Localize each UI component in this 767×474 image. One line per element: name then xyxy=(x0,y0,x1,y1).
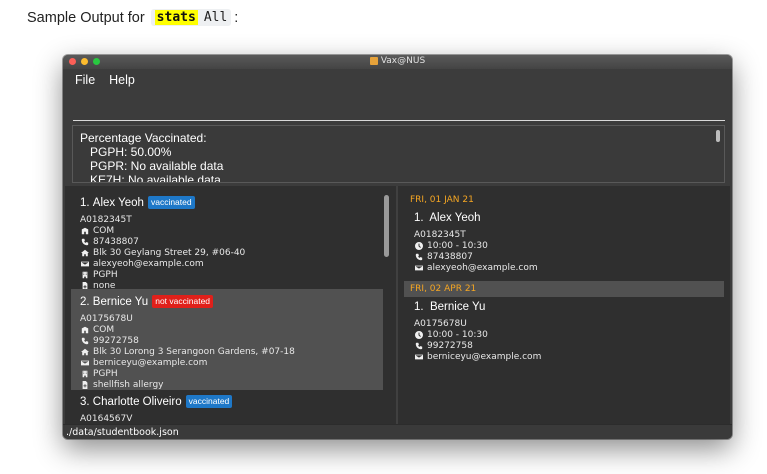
email-icon xyxy=(414,264,423,273)
student-card[interactable]: 3. Charlotte Oliveiro vaccinated A016456… xyxy=(71,392,383,424)
caption-text: Sample Output for xyxy=(27,9,145,26)
student-faculty: COM xyxy=(93,325,115,335)
appointment-index: 1. xyxy=(414,301,424,313)
command-input-underline xyxy=(73,120,725,121)
student-index: 3. xyxy=(80,395,90,408)
result-display: Percentage Vaccinated: PGPH: 50.00% PGPR… xyxy=(72,125,725,183)
building-icon xyxy=(80,326,89,335)
data-file-path: ./data/studentbook.json xyxy=(66,427,179,438)
result-line: PGPH: 50.00% xyxy=(90,145,172,159)
menu-bar: File Help xyxy=(63,69,732,91)
student-name-row: 2. Bernice Yu not vaccinated xyxy=(80,295,214,308)
appointment-email: alexyeoh@example.com xyxy=(427,263,538,273)
window-title: Vax@NUS xyxy=(63,56,732,66)
appointment-phone: 87438807 xyxy=(427,252,473,262)
student-id: A0164567V xyxy=(80,414,133,424)
command-code: stats All xyxy=(150,9,232,26)
clock-icon xyxy=(414,331,423,340)
student-card-selected[interactable]: 2. Bernice Yu not vaccinated A0175678U C… xyxy=(71,289,383,390)
medical-file-icon xyxy=(80,381,89,390)
status-bar: ./data/studentbook.json xyxy=(63,424,732,439)
student-name-row: 3. Charlotte Oliveiro vaccinated xyxy=(80,395,233,408)
appointment-name-row: 1. Alex Yeoh xyxy=(414,212,481,224)
student-email: alexyeoh@example.com xyxy=(93,259,204,269)
building-icon xyxy=(80,227,89,236)
email-icon xyxy=(80,359,89,368)
residence-icon xyxy=(80,370,89,379)
student-index: 1. xyxy=(80,196,90,209)
command-keyword: stats xyxy=(154,10,198,25)
app-window: Vax@NUS File Help Percentage Vaccinated:… xyxy=(63,55,732,439)
menu-file[interactable]: File xyxy=(75,73,95,87)
result-line: PGPR: No available data xyxy=(90,159,224,173)
student-card[interactable]: 1. Alex Yeoh vaccinated A0182345T COM 87… xyxy=(71,191,383,291)
student-address: Blk 30 Geylang Street 29, #06-40 xyxy=(93,248,246,258)
student-name-row: 1. Alex Yeoh vaccinated xyxy=(80,196,195,209)
result-line: Percentage Vaccinated: xyxy=(80,131,207,145)
phone-icon xyxy=(414,253,423,262)
phone-icon xyxy=(414,342,423,351)
status-badge: not vaccinated xyxy=(152,295,214,308)
status-badge: vaccinated xyxy=(185,395,233,408)
student-id: A0175678U xyxy=(80,314,133,324)
residence-icon xyxy=(80,271,89,280)
clock-icon xyxy=(414,242,423,251)
student-name: Charlotte Oliveiro xyxy=(92,395,182,408)
appointment-card[interactable]: 1. Alex Yeoh A0182345T 10:00 - 10:30 874… xyxy=(404,208,724,278)
appointment-id: A0175678U xyxy=(414,319,467,329)
appointment-name: Bernice Yu xyxy=(429,301,486,313)
title-bar: Vax@NUS xyxy=(63,55,732,69)
student-phone: 99272758 xyxy=(93,336,139,346)
app-icon xyxy=(369,57,378,65)
student-name: Alex Yeoh xyxy=(92,196,144,209)
home-icon xyxy=(80,348,89,357)
appointment-date-header: FRI, 01 JAN 21 xyxy=(410,195,474,205)
student-residence: PGPH xyxy=(93,270,118,280)
student-list-scrollbar[interactable] xyxy=(384,195,389,257)
appointment-name: Alex Yeoh xyxy=(429,212,481,224)
appointment-time: 10:00 - 10:30 xyxy=(427,241,488,251)
appointment-id: A0182345T xyxy=(414,230,466,240)
appointment-time: 10:00 - 10:30 xyxy=(427,330,488,340)
caption: Sample Output for stats All : xyxy=(27,9,238,26)
appointment-index: 1. xyxy=(414,212,424,224)
command-input[interactable] xyxy=(63,91,732,121)
email-icon xyxy=(80,260,89,269)
student-id: A0182345T xyxy=(80,215,132,225)
appointment-phone: 99272758 xyxy=(427,341,473,351)
phone-icon xyxy=(80,337,89,346)
student-address: Blk 30 Lorong 3 Serangoon Gardens, #07-1… xyxy=(93,347,295,357)
appointment-date-header: FRI, 02 APR 21 xyxy=(404,281,724,297)
caption-suffix: : xyxy=(234,9,239,26)
appointment-name-row: 1. Bernice Yu xyxy=(414,301,485,313)
student-faculty: COM xyxy=(93,226,115,236)
student-name: Bernice Yu xyxy=(92,295,149,308)
command-argument: All xyxy=(203,10,228,25)
student-email: berniceyu@example.com xyxy=(93,358,208,368)
menu-help[interactable]: Help xyxy=(109,73,135,87)
window-title-text: Vax@NUS xyxy=(380,56,426,66)
appointment-email: berniceyu@example.com xyxy=(427,352,542,362)
student-list-panel: 1. Alex Yeoh vaccinated A0182345T COM 87… xyxy=(65,186,396,424)
phone-icon xyxy=(80,238,89,247)
result-scrollbar[interactable] xyxy=(716,130,720,142)
student-residence: PGPH xyxy=(93,369,118,379)
appointment-card[interactable]: 1. Bernice Yu A0175678U 10:00 - 10:30 99… xyxy=(404,297,724,367)
home-icon xyxy=(80,249,89,258)
email-icon xyxy=(414,353,423,362)
result-line: KE7H: No available data xyxy=(90,173,221,183)
student-index: 2. xyxy=(80,295,90,308)
student-allergy: shellfish allergy xyxy=(93,380,164,390)
status-badge: vaccinated xyxy=(147,196,195,209)
student-phone: 87438807 xyxy=(93,237,139,247)
